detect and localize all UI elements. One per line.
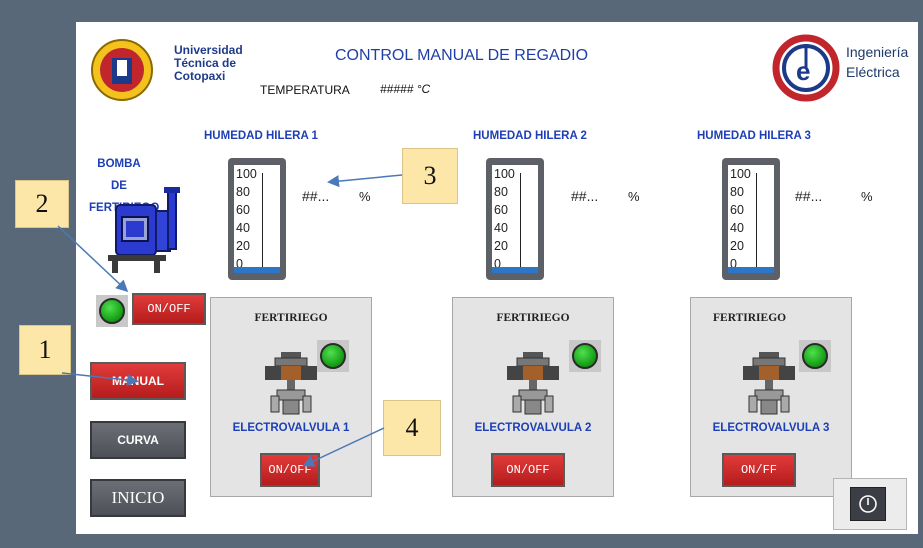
- callout-arrows: [57, 174, 403, 467]
